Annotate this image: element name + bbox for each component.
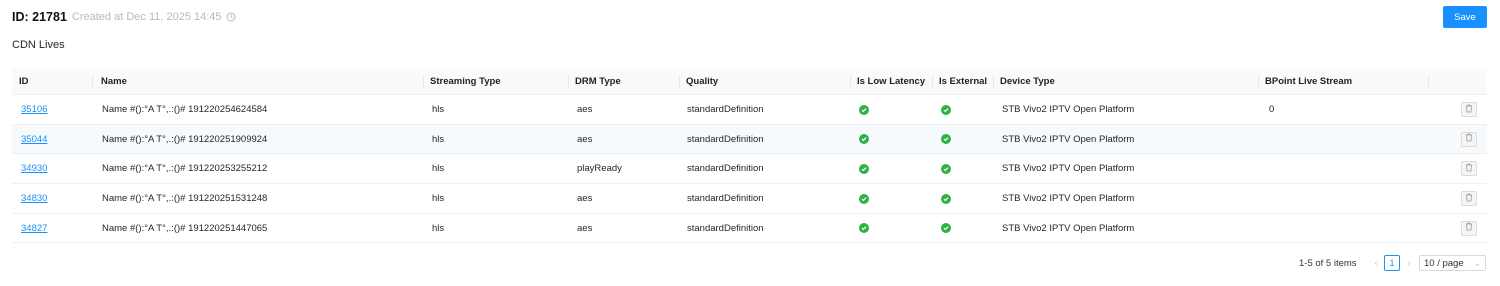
page-size-value: 10 / page: [1424, 257, 1464, 269]
check-circle-icon: [859, 193, 869, 204]
delete-button[interactable]: [1461, 161, 1477, 177]
pagination-total: 1-5 of 5 items: [1299, 257, 1357, 269]
trash-icon: [1465, 193, 1473, 205]
row-quality: standardDefinition: [687, 163, 764, 175]
delete-button[interactable]: [1461, 220, 1477, 236]
row-name: Name #():°A T°,.:()# 191220251531248: [102, 193, 268, 205]
column-header-name: Name: [101, 76, 127, 87]
row-id-link[interactable]: 34830: [21, 184, 47, 213]
trash-icon: [1465, 222, 1473, 234]
check-circle-icon: [859, 223, 869, 234]
column-header-bpoint-live-stream: BPoint Live Stream: [1265, 76, 1353, 87]
next-page-button[interactable]: ›: [1404, 255, 1414, 271]
column-header-device-type: Device Type: [1000, 76, 1055, 87]
column-header-quality: Quality: [686, 76, 719, 87]
row-quality: standardDefinition: [687, 222, 764, 234]
trash-icon: [1465, 163, 1473, 175]
row-device-type: STB Vivo2 IPTV Open Platform: [1002, 222, 1135, 234]
check-circle-icon: [941, 223, 951, 234]
column-header-drm-type: DRM Type: [575, 76, 621, 87]
check-circle-icon: [941, 163, 951, 174]
row-name: Name #():°A T°,.:()# 191220253255212: [102, 163, 268, 175]
row-drm-type: aes: [577, 104, 593, 115]
table-row: 34827 Name #():°A T°,.:()# 1912202514470…: [12, 214, 1487, 244]
record-id: ID: 21781: [12, 10, 67, 24]
trash-icon: [1465, 104, 1473, 116]
row-drm-type: aes: [577, 222, 593, 234]
row-streaming-type: hls: [432, 133, 445, 145]
row-name: Name #():°A T°,.:()# 191220251447065: [102, 222, 268, 234]
row-streaming-type: hls: [432, 104, 445, 115]
row-streaming-type: hls: [432, 163, 445, 175]
row-name: Name #():°A T°,.:()# 191220251909924: [102, 133, 268, 145]
save-button[interactable]: Save: [1443, 6, 1487, 28]
row-name: Name #():°A T°,.:()# 191220254624584: [102, 104, 268, 115]
row-streaming-type: hls: [432, 193, 445, 205]
delete-button[interactable]: [1461, 102, 1477, 117]
column-divider: [993, 75, 994, 89]
check-circle-icon: [859, 104, 869, 115]
prev-page-button[interactable]: ‹: [1371, 255, 1381, 271]
column-header-is-low-latency: Is Low Latency: [857, 76, 926, 87]
row-streaming-type: hls: [432, 222, 445, 234]
created-timestamp: Created at Dec 11, 2025 14:45: [71, 11, 222, 23]
column-divider: [1428, 75, 1429, 89]
clock-icon: [226, 12, 236, 22]
table-row: 35106 Name #():°A T°,.:()# 1912202546245…: [12, 95, 1487, 125]
chevron-left-icon: ‹: [1374, 257, 1378, 269]
row-id-link[interactable]: 34827: [21, 214, 47, 243]
row-id-link[interactable]: 35044: [21, 125, 47, 154]
column-divider: [850, 75, 851, 89]
chevron-right-icon: ›: [1407, 257, 1411, 269]
row-bpoint-live-stream: 0: [1269, 104, 1275, 115]
delete-button[interactable]: [1461, 191, 1477, 207]
row-device-type: STB Vivo2 IPTV Open Platform: [1002, 104, 1135, 115]
check-circle-icon: [859, 163, 869, 174]
column-divider: [568, 75, 569, 89]
row-device-type: STB Vivo2 IPTV Open Platform: [1002, 193, 1135, 205]
column-divider: [679, 75, 680, 89]
table-row: 34930 Name #():°A T°,.:()# 1912202532552…: [12, 154, 1487, 185]
delete-button[interactable]: [1461, 131, 1477, 147]
row-quality: standardDefinition: [687, 193, 764, 205]
table-row: 35044 Name #():°A T°,.:()# 1912202519099…: [12, 124, 1487, 155]
row-quality: standardDefinition: [687, 133, 764, 145]
column-header-id: ID: [19, 76, 29, 87]
row-device-type: STB Vivo2 IPTV Open Platform: [1002, 133, 1135, 145]
column-divider: [1258, 75, 1259, 89]
column-header-is-external: Is External: [939, 76, 988, 87]
page-size-select[interactable]: 10 / page ⌄: [1419, 255, 1486, 271]
column-divider: [423, 75, 424, 89]
check-circle-icon: [941, 134, 951, 145]
page-number-button[interactable]: 1: [1384, 255, 1400, 271]
row-id-link[interactable]: 34930: [21, 154, 47, 183]
page-header: ID: 21781 Created at Dec 11, 2025 14:45: [12, 8, 236, 26]
chevron-down-icon: ⌄: [1473, 258, 1481, 268]
table-row: 34830 Name #():°A T°,.:()# 1912202515312…: [12, 184, 1487, 214]
check-circle-icon: [941, 193, 951, 204]
column-divider: [92, 75, 93, 89]
row-id-link[interactable]: 35106: [21, 95, 47, 124]
cdn-lives-table: ID Name Streaming Type DRM Type Quality …: [12, 69, 1487, 244]
column-header-streaming-type: Streaming Type: [430, 76, 501, 87]
row-drm-type: aes: [577, 193, 593, 205]
check-circle-icon: [859, 134, 869, 145]
check-circle-icon: [941, 104, 951, 115]
table-header: ID Name Streaming Type DRM Type Quality …: [12, 69, 1487, 95]
column-divider: [932, 75, 933, 89]
row-device-type: STB Vivo2 IPTV Open Platform: [1002, 163, 1135, 175]
row-quality: standardDefinition: [687, 104, 764, 115]
section-title: CDN Lives: [12, 39, 65, 51]
trash-icon: [1465, 133, 1473, 145]
row-drm-type: playReady: [577, 163, 622, 175]
row-drm-type: aes: [577, 133, 593, 145]
